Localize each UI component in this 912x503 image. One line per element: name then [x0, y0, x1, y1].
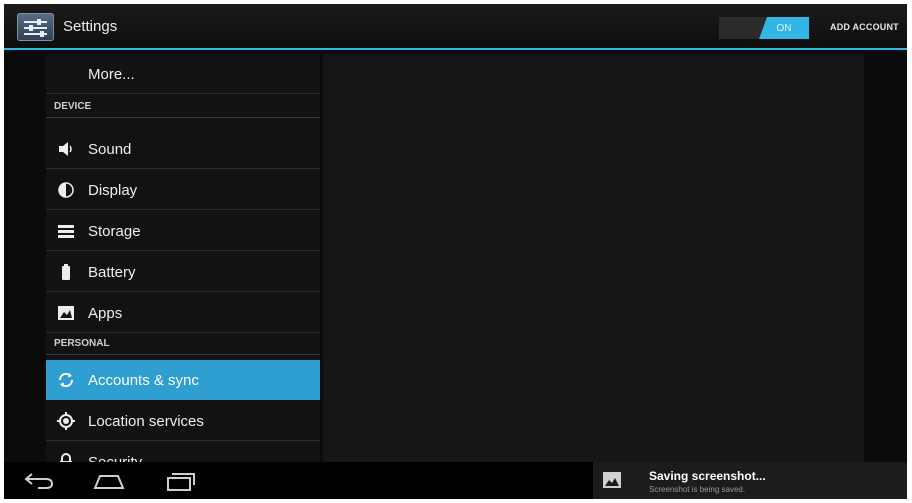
- recent-apps-icon[interactable]: [164, 470, 198, 492]
- notification-title: Saving screenshot...: [649, 469, 766, 483]
- screenshot-notification[interactable]: Saving screenshot... Screenshot is being…: [593, 462, 907, 499]
- lock-icon: [56, 452, 76, 462]
- sidebar-item-display[interactable]: Display: [46, 170, 320, 210]
- sidebar-item-more[interactable]: More...: [46, 54, 320, 94]
- sidebar-item-apps[interactable]: Apps: [46, 293, 320, 333]
- sidebar-item-label: Accounts & sync: [88, 372, 199, 389]
- add-account-button[interactable]: ADD ACCOUNT: [830, 22, 899, 32]
- sync-icon: [56, 370, 76, 390]
- sidebar-item-accounts-sync[interactable]: Accounts & sync: [46, 360, 320, 400]
- brightness-icon: [56, 180, 76, 200]
- sidebar-item-label: Storage: [88, 223, 141, 240]
- home-icon[interactable]: [92, 470, 126, 492]
- sidebar-item-location-services[interactable]: Location services: [46, 401, 320, 441]
- image-icon: [603, 472, 621, 488]
- sidebar-item-label: Security: [88, 454, 142, 462]
- settings-content: More... DEVICE Sound Display Storage Bat…: [4, 50, 907, 462]
- back-icon[interactable]: [22, 470, 56, 492]
- settings-detail-pane: [323, 54, 864, 462]
- sidebar-item-label: More...: [88, 66, 135, 83]
- sidebar-item-storage[interactable]: Storage: [46, 211, 320, 251]
- sidebar-item-label: Battery: [88, 264, 136, 281]
- apps-icon: [56, 303, 76, 323]
- section-header-label: PERSONAL: [54, 338, 110, 349]
- sidebar-item-label: Sound: [88, 141, 132, 158]
- storage-icon: [56, 221, 76, 241]
- notification-subtitle: Screenshot is being saved.: [649, 485, 746, 494]
- device-screen: Settings ON ADD ACCOUNT More... DEVICE S…: [4, 4, 907, 499]
- sidebar-item-security[interactable]: Security: [46, 442, 320, 462]
- toggle-on-label: ON: [759, 17, 809, 39]
- sidebar-item-label: Display: [88, 182, 138, 199]
- speaker-icon: [56, 139, 76, 159]
- sidebar-item-sound[interactable]: Sound: [46, 129, 320, 169]
- settings-app-icon[interactable]: [17, 13, 54, 41]
- sidebar-item-label: Apps: [88, 305, 123, 322]
- section-header-label: DEVICE: [54, 101, 92, 112]
- settings-headers-list[interactable]: More... DEVICE Sound Display Storage Bat…: [46, 54, 320, 462]
- battery-icon: [56, 262, 76, 282]
- section-header-device: DEVICE: [46, 98, 320, 118]
- sidebar-item-battery[interactable]: Battery: [46, 252, 320, 292]
- master-sync-toggle[interactable]: ON: [719, 17, 809, 39]
- location-icon: [56, 411, 76, 431]
- page-title: Settings: [63, 18, 118, 35]
- section-header-personal: PERSONAL: [46, 335, 320, 355]
- action-bar: Settings ON ADD ACCOUNT: [4, 4, 907, 50]
- sidebar-item-label: Location services: [88, 413, 204, 430]
